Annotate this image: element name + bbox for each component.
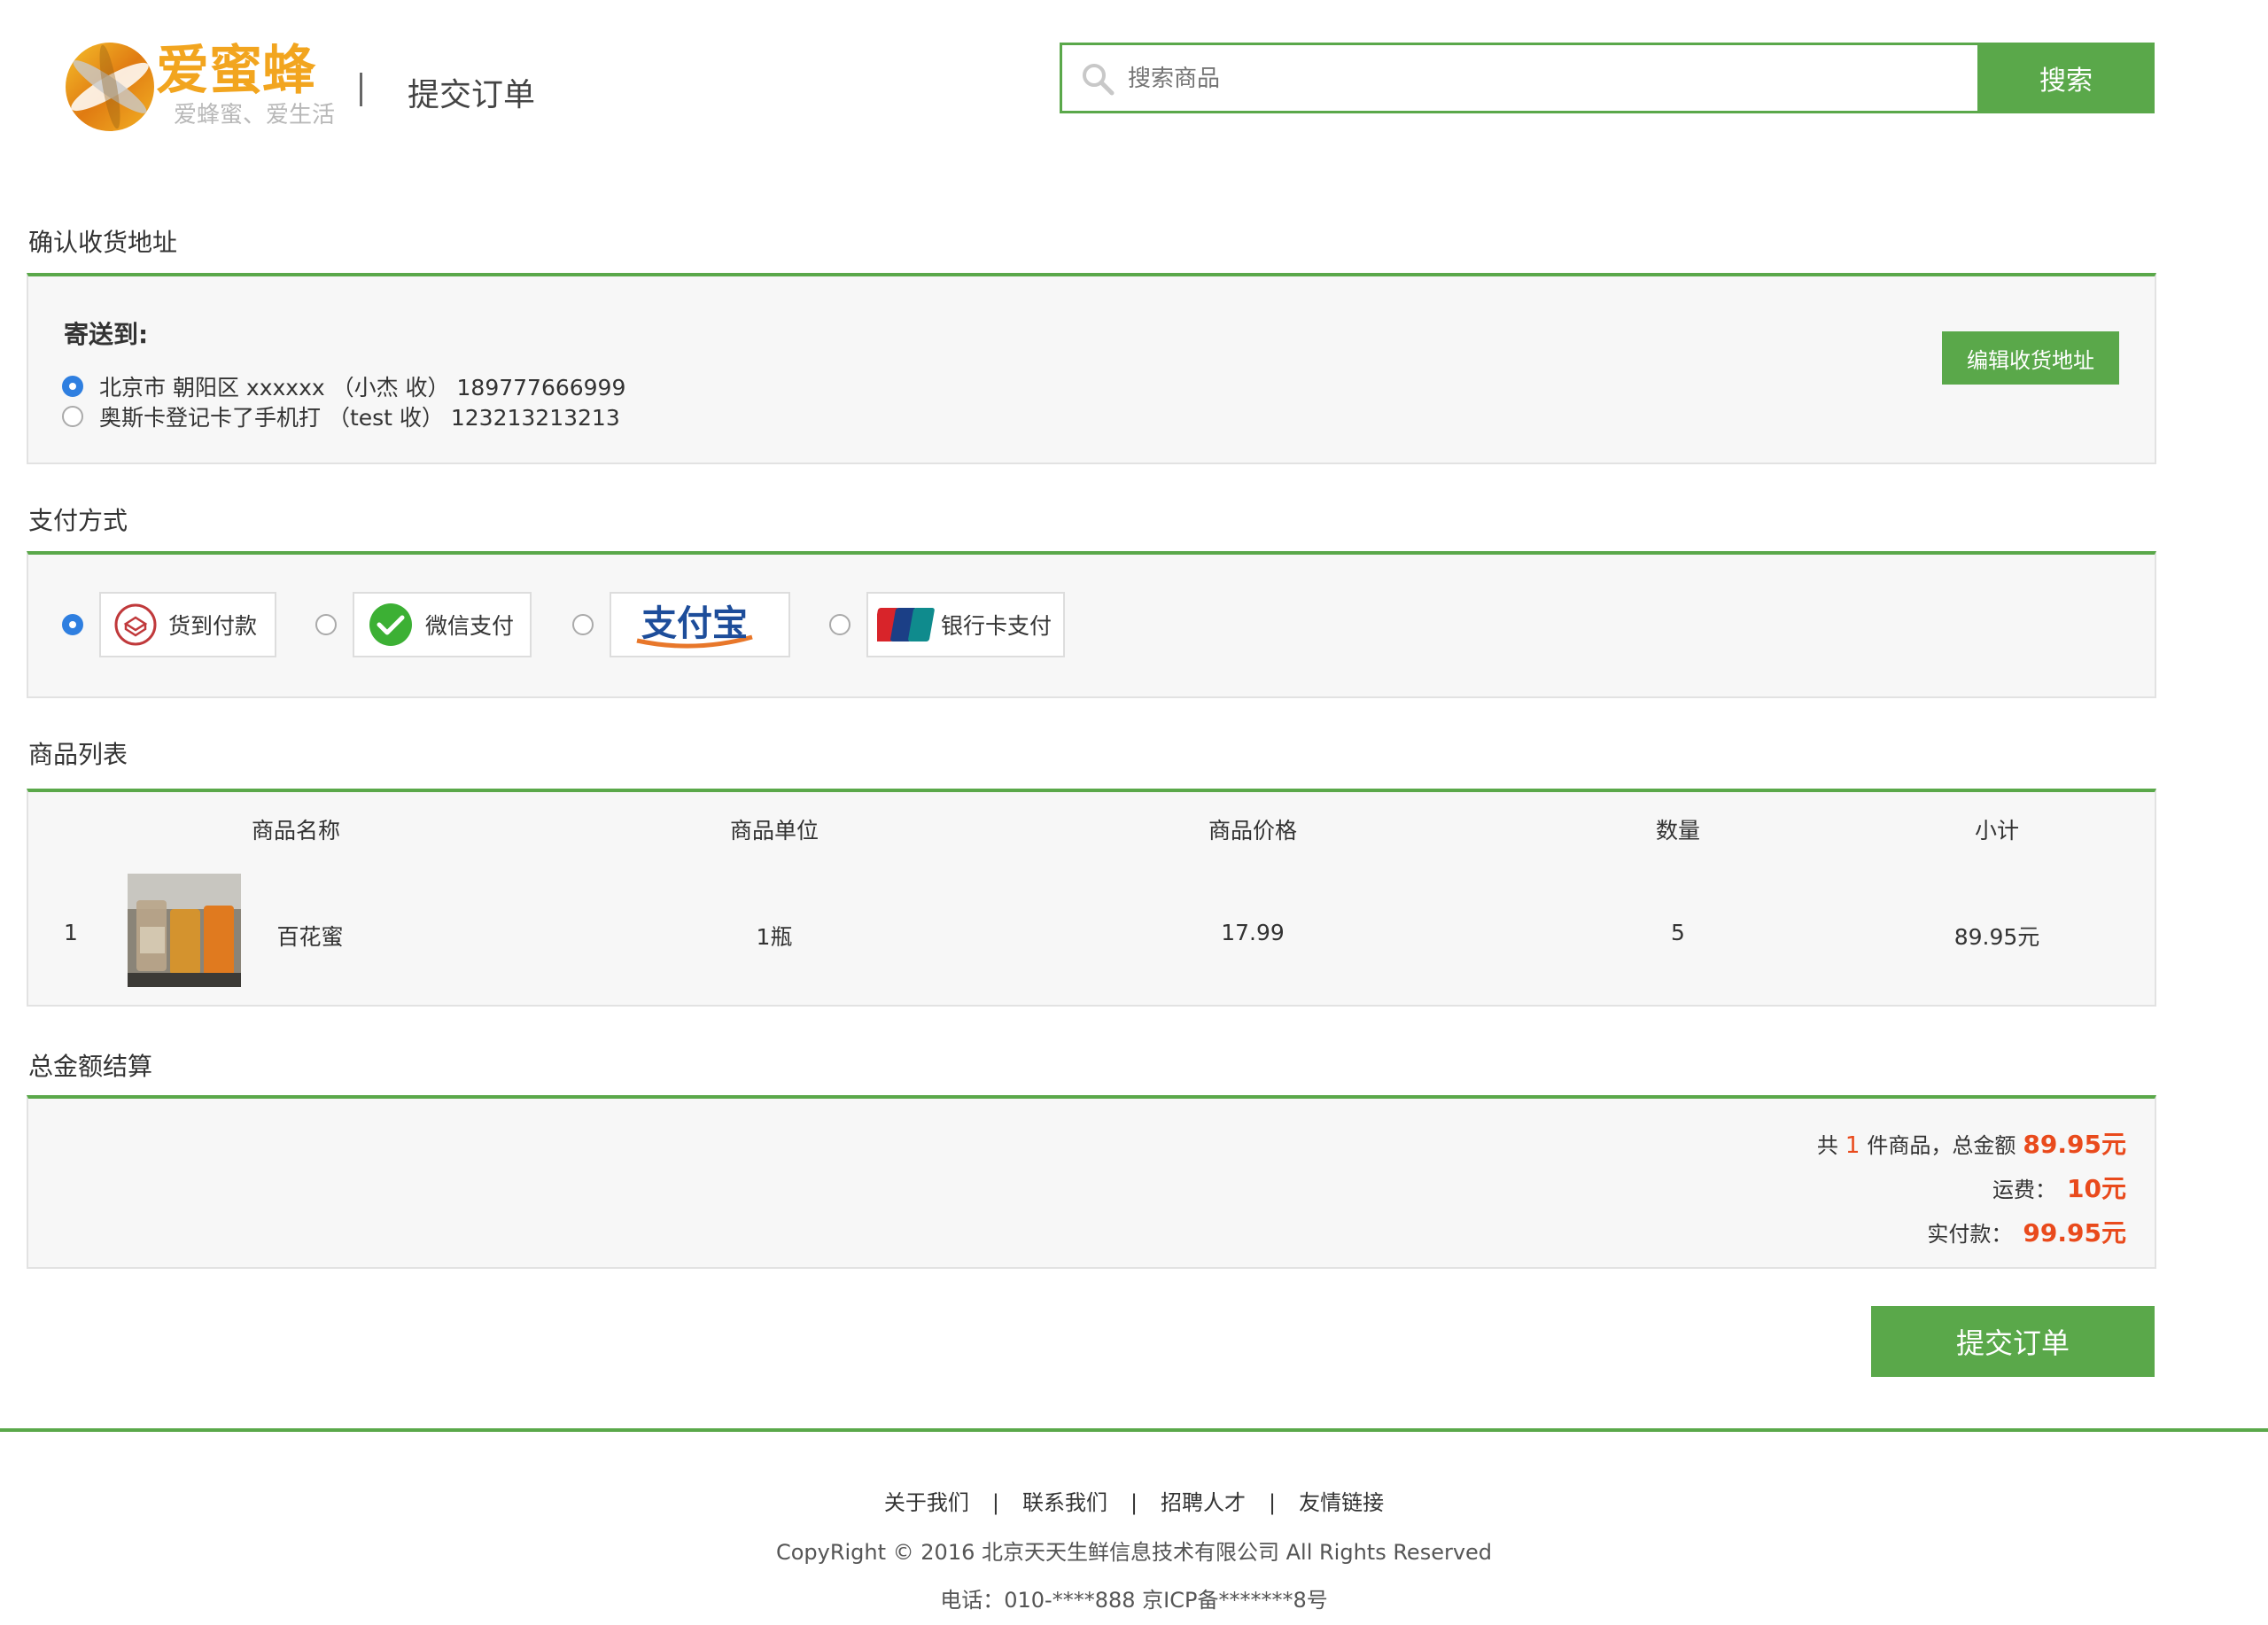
summary-section-title: 总金额结算 (28, 1052, 153, 1081)
address-option[interactable]: 北京市 朝阳区 xxxxxx （小杰 收） 189777666999 (62, 370, 625, 402)
address-radio-selected[interactable] (62, 376, 83, 397)
payment-radio-selected[interactable] (62, 614, 83, 635)
payment-label: 货到付款 (168, 613, 258, 639)
submit-order-button[interactable]: 提交订单 (1871, 1306, 2155, 1377)
footer-divider (0, 1428, 2268, 1432)
product-quantity: 5 (1671, 920, 1685, 945)
total-line: 共 1 件商品，总金额 89.95元 (1817, 1125, 2126, 1161)
address-section-title: 确认收货地址 (28, 228, 178, 257)
page-title: 提交订单 (408, 77, 536, 113)
address-panel (27, 273, 2156, 464)
footer-link-contact[interactable]: 联系我们 (1022, 1490, 1107, 1515)
payment-label: 银行卡支付 (941, 613, 1052, 639)
logo-tagline: 爱蜂蜜、爱生活 (174, 102, 335, 128)
ship-to-label: 寄送到: (64, 320, 149, 349)
shipping-label: 运费： (1992, 1178, 2057, 1202)
search-bar: 搜索 (1060, 43, 2155, 113)
payment-option-wechat[interactable]: 微信支付 (315, 592, 532, 657)
payment-radio[interactable] (829, 614, 850, 635)
column-header: 商品价格 (1208, 818, 1298, 844)
table-row: 1 百花蜜 1瓶 17.99 5 89.95元 (27, 861, 2156, 1007)
product-thumbnail[interactable] (128, 874, 241, 987)
shipping-line: 运费： 10元 (1992, 1170, 2126, 1205)
column-header: 商品名称 (251, 818, 341, 844)
search-button[interactable]: 搜索 (1977, 43, 2155, 113)
edit-address-button[interactable]: 编辑收货地址 (1942, 331, 2119, 385)
column-header: 数量 (1655, 818, 1701, 844)
total-amount: 89.95元 (2023, 1130, 2126, 1159)
search-input[interactable] (1126, 52, 2016, 105)
site-logo[interactable]: 爱蜜蜂 爱蜂蜜、爱生活 (58, 25, 360, 140)
payment-radio[interactable] (315, 614, 337, 635)
cod-icon (114, 603, 157, 646)
product-unit: 1瓶 (756, 924, 793, 950)
alipay-logo: 支付宝 (636, 603, 753, 649)
header-divider (360, 73, 362, 106)
payment-option-cod[interactable]: 货到付款 (62, 592, 276, 657)
address-text: 北京市 朝阳区 xxxxxx （小杰 收） 189777666999 (99, 375, 626, 400)
payment-option-unionpay[interactable]: 银行卡支付 (829, 592, 1065, 657)
row-index: 1 (64, 920, 78, 945)
footer-link-friends[interactable]: 友情链接 (1299, 1490, 1384, 1515)
footer-links: 关于我们 | 联系我们 | 招聘人才 | 友情链接 (883, 1490, 1385, 1515)
footer-copyright: CopyRight © 2016 北京天天生鲜信息技术有限公司 All Righ… (775, 1540, 1493, 1565)
column-header: 商品单位 (729, 818, 819, 844)
unionpay-icon (877, 608, 935, 641)
product-price: 17.99 (1221, 920, 1285, 945)
payment-section-title: 支付方式 (28, 506, 128, 535)
footer-phone: 电话：010-****888 京ICP备*******8号 (940, 1588, 1328, 1613)
count-suffix: 件商品，总金额 (1867, 1133, 2016, 1158)
product-name[interactable]: 百花蜜 (276, 920, 343, 952)
summary-panel: 共 1 件商品，总金额 89.95元 运费： 10元 实付款： 99.95元 (27, 1095, 2156, 1269)
payment-option-alipay[interactable]: 支付宝 (572, 592, 790, 657)
address-radio[interactable] (62, 406, 83, 427)
goods-section-title: 商品列表 (28, 740, 128, 769)
wechat-icon (369, 603, 412, 646)
address-text: 奥斯卡登记卡了手机打 （test 收） 123213213213 (99, 405, 620, 431)
goods-table-header: 商品名称 商品单位 商品价格 数量 小计 (27, 789, 2156, 863)
product-subtotal: 89.95元 (1953, 924, 2040, 950)
payable-amount: 99.95元 (2023, 1218, 2126, 1248)
item-count: 1 (1845, 1132, 1860, 1159)
payment-label: 微信支付 (425, 613, 515, 639)
footer-link-about[interactable]: 关于我们 (884, 1490, 969, 1515)
payment-radio[interactable] (572, 614, 594, 635)
payable-label: 实付款： (1927, 1222, 2013, 1247)
address-option[interactable]: 奥斯卡登记卡了手机打 （test 收） 123213213213 (62, 400, 620, 432)
payable-line: 实付款： 99.95元 (1927, 1214, 2126, 1249)
logo-text: 爱蜜蜂 (156, 40, 316, 102)
count-prefix: 共 (1816, 1133, 1838, 1158)
alipay-text: 支付宝 (641, 603, 748, 644)
search-icon (1083, 64, 1115, 96)
shipping-amount: 10元 (2067, 1174, 2126, 1203)
column-header: 小计 (1974, 818, 2020, 844)
footer-link-careers[interactable]: 招聘人才 (1161, 1490, 1246, 1515)
